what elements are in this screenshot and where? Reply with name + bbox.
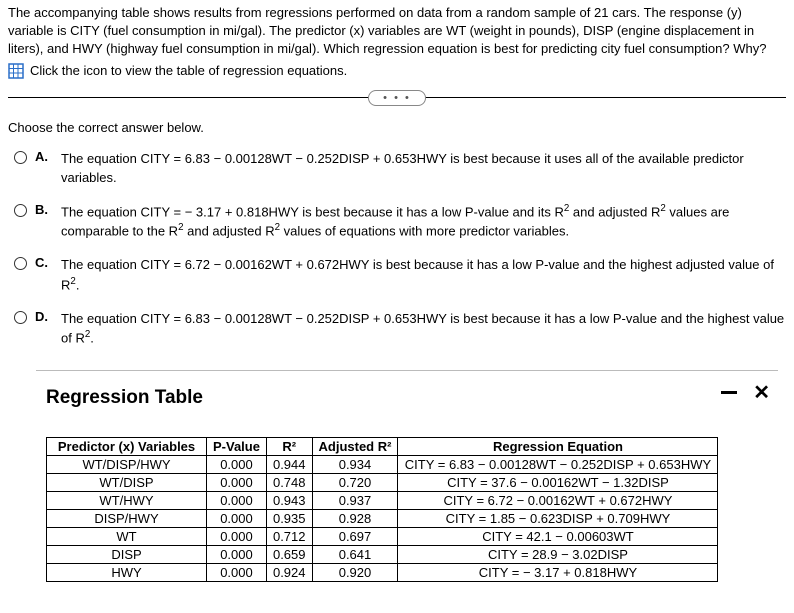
- table-cell: 0.712: [266, 527, 312, 545]
- option-d[interactable]: D. The equation CITY = 6.83 − 0.00128WT …: [14, 309, 786, 348]
- table-cell: 0.659: [266, 545, 312, 563]
- regression-modal: ✕ Regression Table Predictor (x) Variabl…: [36, 370, 778, 582]
- prompt-text: Choose the correct answer below.: [8, 120, 786, 135]
- table-row: WT/HWY0.0000.9430.937CITY = 6.72 − 0.001…: [47, 491, 718, 509]
- table-row: WT/DISP0.0000.7480.720CITY = 37.6 − 0.00…: [47, 473, 718, 491]
- table-cell: 0.748: [266, 473, 312, 491]
- col-r2: R²: [266, 437, 312, 455]
- table-cell: CITY = 6.83 − 0.00128WT − 0.252DISP + 0.…: [398, 455, 718, 473]
- table-cell: 0.937: [312, 491, 398, 509]
- more-dots[interactable]: • • •: [8, 90, 786, 106]
- col-predictor: Predictor (x) Variables: [47, 437, 207, 455]
- table-cell: DISP/HWY: [47, 509, 207, 527]
- option-letter: D.: [35, 309, 53, 324]
- table-cell: 0.000: [207, 473, 267, 491]
- table-cell: 0.000: [207, 509, 267, 527]
- radio-icon[interactable]: [14, 151, 27, 164]
- option-text: The equation CITY = − 3.17 + 0.818HWY is…: [61, 202, 786, 242]
- table-cell: 0.000: [207, 491, 267, 509]
- table-cell: 0.928: [312, 509, 398, 527]
- table-row: DISP0.0000.6590.641CITY = 28.9 − 3.02DIS…: [47, 545, 718, 563]
- close-icon[interactable]: ✕: [753, 383, 770, 403]
- table-cell: HWY: [47, 563, 207, 581]
- table-cell: 0.943: [266, 491, 312, 509]
- radio-icon[interactable]: [14, 311, 27, 324]
- table-cell: 0.697: [312, 527, 398, 545]
- table-cell: WT: [47, 527, 207, 545]
- table-cell: 0.000: [207, 455, 267, 473]
- table-cell: 0.720: [312, 473, 398, 491]
- table-cell: WT/DISP: [47, 473, 207, 491]
- regression-table: Predictor (x) Variables P-Value R² Adjus…: [46, 437, 718, 582]
- option-text: The equation CITY = 6.72 − 0.00162WT + 0…: [61, 255, 786, 294]
- radio-icon[interactable]: [14, 257, 27, 270]
- table-row: WT/DISP/HWY0.0000.9440.934CITY = 6.83 − …: [47, 455, 718, 473]
- table-header-row: Predictor (x) Variables P-Value R² Adjus…: [47, 437, 718, 455]
- table-cell: CITY = 6.72 − 0.00162WT + 0.672HWY: [398, 491, 718, 509]
- table-icon[interactable]: [8, 63, 24, 79]
- option-letter: A.: [35, 149, 53, 164]
- col-adj-r2: Adjusted R²: [312, 437, 398, 455]
- table-cell: 0.920: [312, 563, 398, 581]
- table-cell: 0.934: [312, 455, 398, 473]
- table-row: DISP/HWY0.0000.9350.928CITY = 1.85 − 0.6…: [47, 509, 718, 527]
- table-cell: CITY = 1.85 − 0.623DISP + 0.709HWY: [398, 509, 718, 527]
- radio-icon[interactable]: [14, 204, 27, 217]
- table-cell: DISP: [47, 545, 207, 563]
- table-link-row: Click the icon to view the table of regr…: [8, 63, 786, 79]
- option-letter: C.: [35, 255, 53, 270]
- minimize-icon[interactable]: [721, 391, 737, 394]
- table-row: HWY0.0000.9240.920CITY = − 3.17 + 0.818H…: [47, 563, 718, 581]
- table-cell: 0.641: [312, 545, 398, 563]
- option-letter: B.: [35, 202, 53, 217]
- table-cell: WT/HWY: [47, 491, 207, 509]
- table-cell: 0.944: [266, 455, 312, 473]
- table-cell: 0.000: [207, 527, 267, 545]
- col-equation: Regression Equation: [398, 437, 718, 455]
- table-cell: CITY = 42.1 − 0.00603WT: [398, 527, 718, 545]
- option-a[interactable]: A. The equation CITY = 6.83 − 0.00128WT …: [14, 149, 786, 188]
- table-cell: CITY = − 3.17 + 0.818HWY: [398, 563, 718, 581]
- option-b[interactable]: B. The equation CITY = − 3.17 + 0.818HWY…: [14, 202, 786, 242]
- table-cell: 0.000: [207, 545, 267, 563]
- question-intro: The accompanying table shows results fro…: [8, 4, 786, 59]
- table-cell: WT/DISP/HWY: [47, 455, 207, 473]
- table-cell: 0.000: [207, 563, 267, 581]
- table-cell: CITY = 28.9 − 3.02DISP: [398, 545, 718, 563]
- col-pvalue: P-Value: [207, 437, 267, 455]
- table-row: WT0.0000.7120.697CITY = 42.1 − 0.00603WT: [47, 527, 718, 545]
- option-text: The equation CITY = 6.83 − 0.00128WT − 0…: [61, 149, 786, 188]
- option-c[interactable]: C. The equation CITY = 6.72 − 0.00162WT …: [14, 255, 786, 294]
- option-text: The equation CITY = 6.83 − 0.00128WT − 0…: [61, 309, 786, 348]
- table-link-text[interactable]: Click the icon to view the table of regr…: [30, 63, 347, 78]
- table-cell: 0.935: [266, 509, 312, 527]
- table-cell: 0.924: [266, 563, 312, 581]
- table-cell: CITY = 37.6 − 0.00162WT − 1.32DISP: [398, 473, 718, 491]
- modal-title: Regression Table: [46, 387, 778, 409]
